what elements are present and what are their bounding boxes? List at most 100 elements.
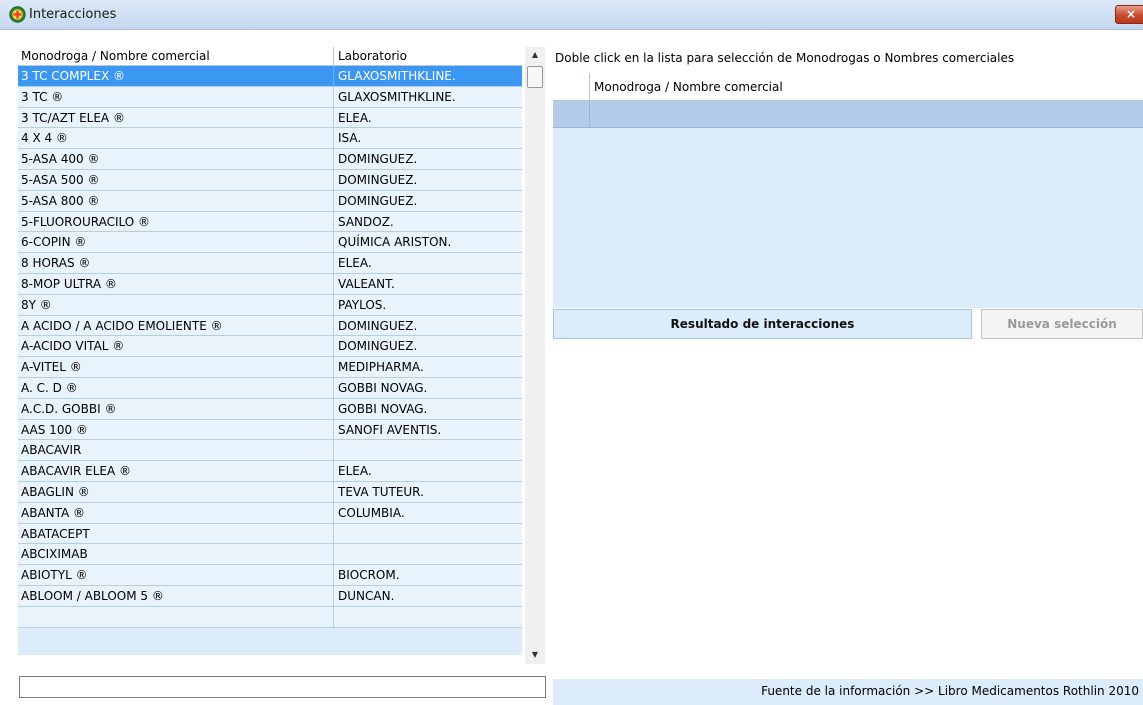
laboratory-cell: GLAXOSMITHKLINE. (338, 69, 456, 83)
footer-bar: Fuente de la información >> Libro Medica… (553, 679, 1143, 705)
scroll-up-icon[interactable]: ▲ (525, 47, 545, 63)
column-separator (333, 211, 334, 232)
table-row[interactable] (18, 606, 522, 628)
laboratory-cell: ELEA. (338, 464, 372, 479)
column-separator (333, 149, 334, 169)
drug-name-cell: 5-ASA 400 ® (21, 152, 100, 167)
drug-name-cell: A-ACIDO VITAL ® (21, 339, 125, 354)
drug-list-table: Monodroga / Nombre comercial Laboratorio… (18, 47, 522, 655)
table-row[interactable]: 3 TC COMPLEX ® GLAXOSMITHKLINE. (18, 66, 522, 87)
laboratory-cell: BIOCROM. (338, 568, 400, 583)
table-row[interactable]: 6-COPIN ® QUÍMICA ARISTON. (18, 232, 522, 254)
drug-name-cell: 3 TC COMPLEX ® (21, 69, 125, 83)
drug-name-cell: 3 TC ® (21, 89, 64, 104)
laboratory-cell: PAYLOS. (338, 297, 387, 312)
drug-name-cell: ABCIXIMAB (21, 547, 88, 562)
source-note: Fuente de la información >> Libro Medica… (761, 684, 1139, 698)
column-separator (333, 86, 334, 107)
laboratory-cell: SANOFI AVENTIS. (338, 422, 442, 437)
drug-name-cell: ABACAVIR (21, 443, 82, 458)
column-separator (333, 107, 334, 128)
selection-instructions: Doble click en la lista para selección d… (555, 51, 1015, 65)
column-separator (333, 190, 334, 211)
app-logo-icon (9, 6, 26, 23)
table-row[interactable]: AAS 100 ® SANOFI AVENTIS. (18, 419, 522, 441)
row-gutter (553, 73, 590, 101)
selection-table-header: Monodroga / Nombre comercial (553, 73, 1143, 101)
laboratory-cell: ELEA. (338, 110, 372, 125)
table-row[interactable]: ABANTA ® COLUMBIA. (18, 502, 522, 524)
table-row[interactable]: 5-ASA 800 ® DOMINGUEZ. (18, 190, 522, 212)
table-row[interactable]: 8 HORAS ® ELEA. (18, 253, 522, 274)
interaction-result-button[interactable]: Resultado de interacciones (553, 309, 972, 339)
laboratory-cell: ISA. (338, 131, 362, 146)
table-row[interactable]: A ACIDO / A ACIDO EMOLIENTE ® DOMINGUEZ. (18, 315, 522, 337)
drug-name-cell: A.C.D. GOBBI ® (21, 401, 117, 416)
table-row[interactable]: 3 TC ® GLAXOSMITHKLINE. (18, 86, 522, 108)
column-separator (333, 169, 334, 190)
drug-name-cell: ABACAVIR ELEA ® (21, 464, 132, 479)
drug-list-header: Monodroga / Nombre comercial Laboratorio (18, 47, 522, 66)
drug-name-cell: 4 X 4 ® (21, 131, 68, 146)
selection-table: Monodroga / Nombre comercial (553, 73, 1143, 308)
drug-name-cell: 5-ASA 500 ® (21, 172, 100, 187)
drug-name-cell: ABLOOM / ABLOOM 5 ® (21, 588, 164, 603)
table-row[interactable]: ABIOTYL ® BIOCROM. (18, 565, 522, 586)
laboratory-cell: VALEANT. (338, 276, 395, 291)
table-row[interactable]: ABLOOM / ABLOOM 5 ® DUNCAN. (18, 585, 522, 607)
table-row[interactable]: 4 X 4 ® ISA. (18, 128, 522, 150)
drug-name-cell: ABIOTYL ® (21, 568, 88, 583)
table-row[interactable]: ABAGLIN ® TEVA TUTEUR. (18, 481, 522, 503)
column-separator (333, 336, 334, 357)
drug-name-cell: A-VITEL ® (21, 360, 82, 375)
selection-row[interactable] (553, 101, 1143, 128)
laboratory-cell: DOMINGUEZ. (338, 152, 418, 167)
table-row[interactable]: ABACAVIR (18, 440, 522, 462)
column-separator (333, 606, 334, 627)
table-row[interactable]: 5-FLUOROURACILO ® SANDOZ. (18, 211, 522, 233)
new-selection-button[interactable]: Nueva selección (981, 309, 1143, 339)
column-separator (333, 398, 334, 419)
column-separator (333, 273, 334, 294)
column-separator (333, 461, 334, 481)
column-separator (333, 47, 334, 66)
column-separator (333, 294, 334, 315)
table-row[interactable]: ABCIXIMAB (18, 544, 522, 566)
drug-name-cell: 8 HORAS ® (21, 256, 91, 271)
laboratory-cell: GLAXOSMITHKLINE. (338, 89, 456, 104)
table-row[interactable]: 5-ASA 400 ® DOMINGUEZ. (18, 149, 522, 170)
drug-name-cell: ABANTA ® (21, 505, 86, 520)
table-row[interactable]: 3 TC/AZT ELEA ® ELEA. (18, 107, 522, 129)
column-separator (333, 481, 334, 502)
interaction-result-area (553, 343, 1143, 678)
table-row[interactable]: A. C. D ® GOBBI NOVAG. (18, 377, 522, 399)
drug-list-scrollbar[interactable]: ▲ ▼ (525, 47, 545, 664)
table-row[interactable]: 8Y ® PAYLOS. (18, 294, 522, 316)
close-button[interactable]: × (1115, 5, 1143, 24)
drug-name-cell: 8-MOP ULTRA ® (21, 276, 117, 291)
table-row[interactable]: A-ACIDO VITAL ® DOMINGUEZ. (18, 336, 522, 358)
table-row[interactable]: ABACAVIR ELEA ® ELEA. (18, 461, 522, 482)
table-row[interactable]: ABATACEPT (18, 523, 522, 545)
drug-name-cell: A. C. D ® (21, 380, 78, 395)
search-input[interactable] (19, 676, 546, 698)
drug-name-cell: ABAGLIN ® (21, 484, 90, 499)
scroll-thumb[interactable] (527, 66, 543, 88)
laboratory-cell: MEDIPHARMA. (338, 360, 424, 375)
table-row[interactable]: 5-ASA 500 ® DOMINGUEZ. (18, 169, 522, 191)
column-separator (333, 315, 334, 336)
laboratory-cell: GOBBI NOVAG. (338, 401, 428, 416)
drug-name-cell: 3 TC/AZT ELEA ® (21, 110, 125, 125)
laboratory-cell: DOMINGUEZ. (338, 193, 418, 208)
title-bar: Interacciones × (0, 0, 1143, 30)
table-row[interactable]: A-VITEL ® MEDIPHARMA. (18, 357, 522, 378)
column-header-lab[interactable]: Laboratorio (338, 49, 407, 63)
drug-list-rows: 3 TC COMPLEX ® GLAXOSMITHKLINE. 3 TC ® GLAX… (18, 66, 522, 628)
window-title: Interacciones (29, 7, 117, 22)
table-row[interactable]: 8-MOP ULTRA ® VALEANT. (18, 273, 522, 295)
scroll-down-icon[interactable]: ▼ (525, 647, 545, 663)
column-separator (333, 440, 334, 461)
column-separator (333, 357, 334, 377)
column-header-name[interactable]: Monodroga / Nombre comercial (21, 49, 210, 63)
table-row[interactable]: A.C.D. GOBBI ® GOBBI NOVAG. (18, 398, 522, 420)
